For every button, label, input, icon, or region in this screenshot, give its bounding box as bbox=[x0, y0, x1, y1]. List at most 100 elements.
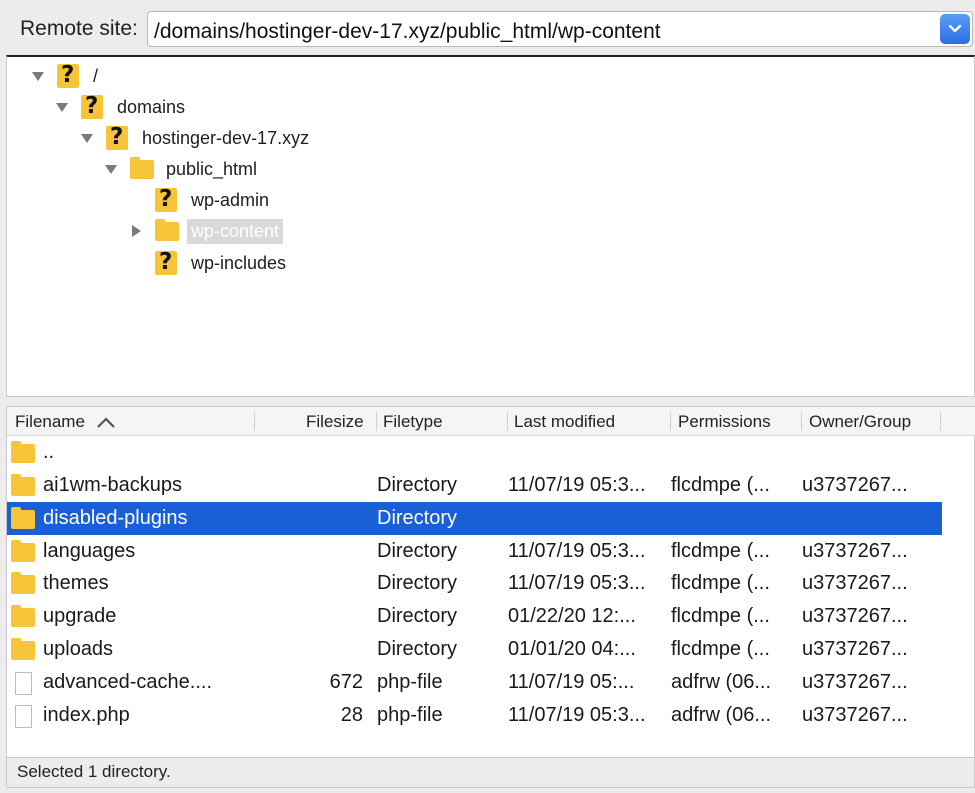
unknown-folder-icon: ? bbox=[55, 62, 81, 88]
unknown-folder-icon: ? bbox=[79, 93, 105, 119]
remote-path-input[interactable]: /domains/hostinger-dev-17.xyz/public_htm… bbox=[154, 20, 661, 44]
tree-node-label: wp-includes bbox=[191, 252, 287, 273]
file-row[interactable]: upgrade Directory 01/22/20 12:... flcdmp… bbox=[7, 600, 942, 633]
file-name: disabled-plugins bbox=[43, 507, 188, 529]
sort-ascending-icon bbox=[96, 416, 115, 428]
folder-icon bbox=[9, 638, 35, 660]
remote-path-combobox[interactable]: /domains/hostinger-dev-17.xyz/public_htm… bbox=[147, 11, 973, 47]
tree-node-hostinger[interactable]: ? hostinger-dev-17.xyz bbox=[80, 123, 313, 153]
file-type: php-file bbox=[377, 671, 443, 693]
file-row[interactable]: themes Directory 11/07/19 05:3... flcdmp… bbox=[7, 567, 942, 600]
file-row[interactable]: advanced-cache.... 672 php-file 11/07/19… bbox=[7, 666, 942, 699]
status-text: Selected 1 directory. bbox=[17, 762, 171, 781]
file-owner: u3737267... bbox=[802, 540, 908, 562]
folder-icon bbox=[9, 507, 35, 529]
file-type: Directory bbox=[377, 474, 458, 496]
file-row[interactable]: .. bbox=[7, 436, 942, 469]
file-permissions: flcdmpe (... bbox=[671, 540, 770, 562]
tree-node-root[interactable]: ? / bbox=[31, 61, 102, 91]
column-header-permissions[interactable]: Permissions bbox=[678, 412, 771, 432]
file-row[interactable]: uploads Directory 01/01/20 04:... flcdmp… bbox=[7, 633, 942, 666]
column-header-filesize[interactable]: Filesize bbox=[306, 412, 364, 432]
tree-node-label: hostinger-dev-17.xyz bbox=[142, 127, 310, 148]
file-modified: 11/07/19 05:... bbox=[508, 671, 635, 693]
file-type: Directory bbox=[377, 572, 458, 594]
file-row-selected[interactable]: disabled-plugins Directory bbox=[7, 502, 942, 535]
file-size: 672 bbox=[329, 671, 363, 693]
tree-node-wp-content[interactable]: wp-content bbox=[129, 216, 284, 246]
file-permissions: adfrw (06... bbox=[671, 671, 772, 693]
file-name: uploads bbox=[43, 638, 114, 660]
file-row[interactable]: ai1wm-backups Directory 11/07/19 05:3...… bbox=[7, 469, 942, 502]
tree-node-wp-includes[interactable]: ? wp-includes bbox=[153, 248, 290, 278]
file-owner: u3737267... bbox=[802, 474, 908, 496]
file-modified: 11/07/19 05:3... bbox=[508, 704, 646, 726]
file-size: 28 bbox=[340, 704, 363, 726]
file-owner: u3737267... bbox=[802, 671, 908, 693]
file-name: upgrade bbox=[43, 605, 117, 627]
column-header-last-modified[interactable]: Last modified bbox=[514, 412, 615, 432]
file-type: php-file bbox=[377, 704, 443, 726]
file-modified: 11/07/19 05:3... bbox=[508, 474, 646, 496]
file-row[interactable]: languages Directory 11/07/19 05:3... flc… bbox=[7, 535, 942, 568]
remote-site-label: Remote site: bbox=[20, 17, 138, 40]
folder-icon bbox=[9, 441, 35, 463]
file-row[interactable]: index.php 28 php-file 11/07/19 05:3... a… bbox=[7, 699, 942, 732]
column-divider[interactable] bbox=[254, 412, 255, 431]
tree-node-public-html[interactable]: public_html bbox=[104, 154, 261, 184]
file-name: themes bbox=[43, 572, 109, 594]
tree-node-domains[interactable]: ? domains bbox=[55, 92, 189, 122]
folder-icon bbox=[9, 474, 35, 496]
column-divider[interactable] bbox=[670, 412, 671, 431]
file-owner: u3737267... bbox=[802, 704, 908, 726]
file-permissions: flcdmpe (... bbox=[671, 474, 770, 496]
expanded-triangle-icon[interactable] bbox=[55, 100, 69, 114]
file-permissions: adfrw (06... bbox=[671, 704, 772, 726]
file-owner: u3737267... bbox=[802, 605, 908, 627]
tree-node-label: public_html bbox=[166, 158, 258, 179]
file-owner: u3737267... bbox=[802, 638, 908, 660]
chevron-down-icon bbox=[948, 24, 962, 33]
file-permissions: flcdmpe (... bbox=[671, 638, 770, 660]
remote-directory-tree[interactable]: ? / ? domains ? hostinger-dev-17.xyz pub… bbox=[6, 55, 975, 397]
file-type: Directory bbox=[377, 638, 458, 660]
tree-node-label: domains bbox=[117, 96, 186, 117]
folder-icon bbox=[9, 540, 35, 562]
file-owner: u3737267... bbox=[802, 572, 908, 594]
remote-file-list[interactable]: Filename Filesize Filetype Last modified… bbox=[6, 406, 975, 758]
column-header-filename[interactable]: Filename bbox=[15, 412, 116, 432]
collapsed-triangle-icon[interactable] bbox=[129, 224, 143, 238]
expanded-triangle-icon[interactable] bbox=[31, 69, 45, 83]
tree-node-label: wp-admin bbox=[191, 189, 270, 210]
file-modified: 01/01/20 04:... bbox=[508, 638, 636, 660]
tree-node-wp-admin[interactable]: ? wp-admin bbox=[153, 185, 273, 215]
file-list-header: Filename Filesize Filetype Last modified… bbox=[7, 407, 975, 436]
file-modified: 01/22/20 12:... bbox=[508, 605, 636, 627]
column-divider[interactable] bbox=[940, 412, 941, 431]
file-icon bbox=[9, 671, 35, 695]
file-name: .. bbox=[43, 441, 55, 463]
file-name: ai1wm-backups bbox=[43, 474, 182, 496]
folder-icon bbox=[9, 572, 35, 594]
file-name: index.php bbox=[43, 704, 130, 726]
expanded-triangle-icon[interactable] bbox=[80, 131, 94, 145]
folder-icon bbox=[153, 219, 179, 243]
column-header-filetype[interactable]: Filetype bbox=[383, 412, 443, 432]
column-divider[interactable] bbox=[376, 412, 377, 431]
column-divider[interactable] bbox=[507, 412, 508, 431]
column-header-label: Filename bbox=[15, 412, 85, 431]
path-dropdown-button[interactable] bbox=[940, 14, 970, 44]
folder-icon bbox=[9, 605, 35, 627]
file-type: Directory bbox=[377, 605, 458, 627]
file-icon bbox=[9, 704, 35, 728]
file-permissions: flcdmpe (... bbox=[671, 605, 770, 627]
folder-icon bbox=[128, 157, 154, 181]
file-type: Directory bbox=[377, 540, 458, 562]
column-divider[interactable] bbox=[801, 412, 802, 431]
file-modified: 11/07/19 05:3... bbox=[508, 540, 646, 562]
file-name: languages bbox=[43, 540, 136, 562]
unknown-folder-icon: ? bbox=[153, 186, 179, 212]
column-header-owner-group[interactable]: Owner/Group bbox=[809, 412, 911, 432]
unknown-folder-icon: ? bbox=[153, 249, 179, 275]
expanded-triangle-icon[interactable] bbox=[104, 162, 118, 176]
